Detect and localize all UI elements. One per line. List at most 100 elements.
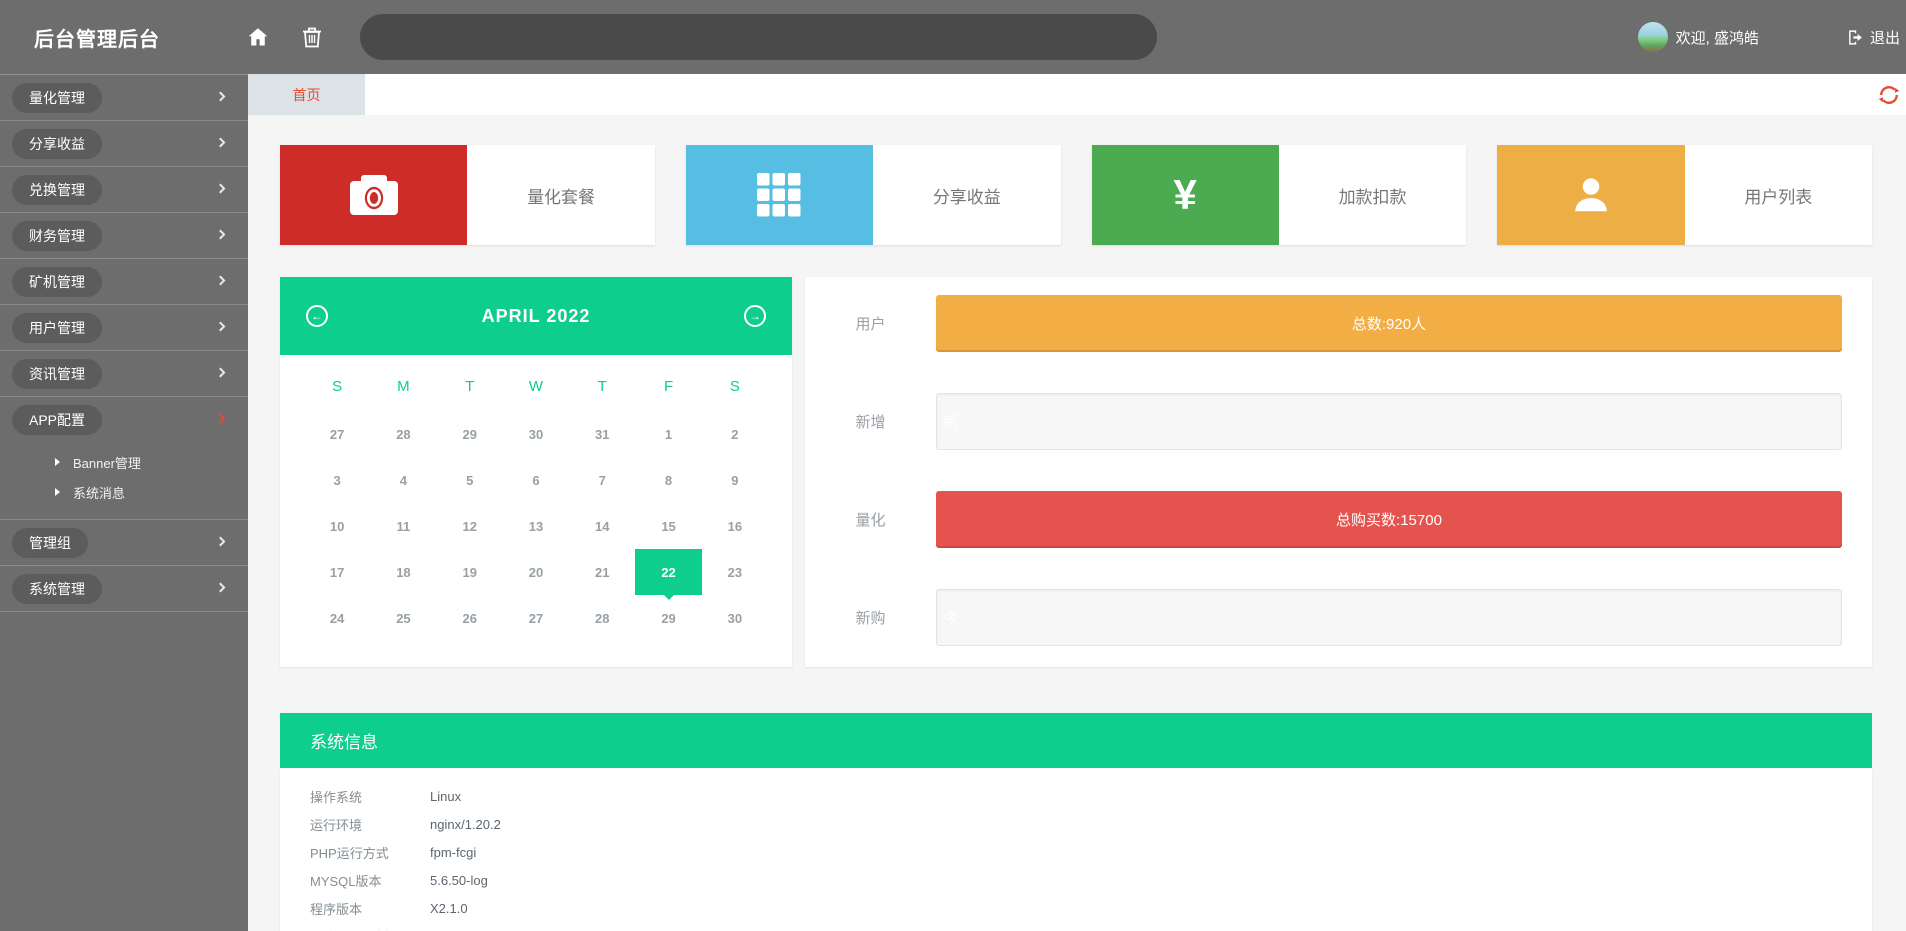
calendar-next-button[interactable]: → (744, 305, 766, 327)
calendar-day[interactable]: 17 (304, 549, 370, 595)
sidebar-item-资讯管理[interactable]: 资讯管理 (0, 351, 248, 397)
calendar-prev-button[interactable]: ← (306, 305, 328, 327)
sidebar-item-label: 资讯管理 (12, 359, 102, 389)
card-加款扣款[interactable]: ¥加款扣款 (1092, 145, 1467, 245)
system-info-label: PHP运行方式 (310, 843, 430, 862)
calendar-day[interactable]: 29 (437, 411, 503, 457)
calendar-day[interactable]: 12 (437, 503, 503, 549)
calendar-day[interactable]: 5 (437, 457, 503, 503)
sidebar-item-label: 兑换管理 (12, 175, 102, 205)
calendar-day[interactable]: 14 (569, 503, 635, 549)
grid-icon (686, 145, 873, 245)
tab-bar: 首页 (248, 74, 1906, 115)
sidebar-item-label: 系统管理 (12, 574, 102, 604)
calendar-day[interactable]: 21 (569, 549, 635, 595)
calendar-day[interactable]: 4 (370, 457, 436, 503)
calendar-day[interactable]: 15 (635, 503, 701, 549)
calendar-day[interactable]: 31 (569, 411, 635, 457)
system-info-value: X2.1.0 (430, 901, 468, 916)
page-content: 量化套餐分享收益¥加款扣款 用户列表 ← APRIL 2022 → SMTWTF… (248, 115, 1906, 931)
logout-icon (1847, 29, 1864, 46)
card-分享收益[interactable]: 分享收益 (686, 145, 1061, 245)
card-用户列表[interactable]: 用户列表 (1497, 145, 1872, 245)
calendar-week-row: 10111213141516 (304, 503, 768, 549)
triangle-right-icon (55, 488, 60, 496)
home-icon[interactable] (246, 25, 270, 49)
progress-bar: 总购买数:15700 (936, 491, 1842, 548)
calendar-day[interactable]: 29 (635, 595, 701, 641)
card-label: 加款扣款 (1279, 145, 1466, 245)
stat-label: 新增 (805, 411, 936, 432)
sidebar-item-管理组[interactable]: 管理组 (0, 520, 248, 566)
sidebar-item-用户管理[interactable]: 用户管理 (0, 305, 248, 351)
calendar-day[interactable]: 28 (370, 411, 436, 457)
calendar-day[interactable]: 9 (702, 457, 768, 503)
calendar-day[interactable]: 7 (569, 457, 635, 503)
calendar-day[interactable]: 10 (304, 503, 370, 549)
stat-row-量化: 量化总购买数:15700 (805, 491, 1842, 548)
calendar-day-selected[interactable]: 22 (635, 549, 701, 595)
calendar-day[interactable]: 27 (304, 411, 370, 457)
calendar-day[interactable]: 16 (702, 503, 768, 549)
system-info-table: 操作系统Linux运行环境nginx/1.20.2PHP运行方式fpm-fcgi… (280, 768, 1872, 931)
calendar-day[interactable]: 23 (702, 549, 768, 595)
navbar-user-area: 欢迎, 盛鸿皓 退出 (1638, 22, 1900, 52)
sidebar-subitem-系统消息[interactable]: 系统消息 (0, 477, 248, 507)
calendar-day[interactable]: 3 (304, 457, 370, 503)
sidebar-item-分享收益[interactable]: 分享收益 (0, 121, 248, 167)
chevron-right-icon (216, 275, 226, 285)
sidebar-item-量化管理[interactable]: 量化管理 (0, 75, 248, 121)
calendar-day[interactable]: 25 (370, 595, 436, 641)
system-info-value: nginx/1.20.2 (430, 817, 501, 832)
sidebar: 量化管理分享收益兑换管理财务管理矿机管理用户管理资讯管理APP配置Banner管… (0, 74, 248, 931)
calendar-day[interactable]: 18 (370, 549, 436, 595)
calendar-day-header: S (304, 361, 370, 411)
main-area: 首页 量化套餐分享收益 ¥加款扣款 用户列表 ← APRIL 2022 (248, 74, 1906, 931)
calendar-day[interactable]: 24 (304, 595, 370, 641)
calendar-day[interactable]: 30 (702, 595, 768, 641)
progress-bar: 总数:920人 (936, 295, 1842, 352)
tab-home[interactable]: 首页 (248, 74, 365, 115)
sidebar-subitem-label: 系统消息 (73, 483, 125, 502)
calendar-widget: ← APRIL 2022 → SMTWTFS272829303112345678… (280, 277, 792, 667)
sidebar-item-label: 矿机管理 (12, 267, 102, 297)
calendar-day[interactable]: 26 (437, 595, 503, 641)
stat-row-新增: 新增新 (805, 393, 1842, 450)
calendar-day-header: F (635, 361, 701, 411)
trash-icon[interactable] (300, 25, 324, 49)
calendar-day[interactable]: 6 (503, 457, 569, 503)
calendar-day[interactable]: 2 (702, 411, 768, 457)
sidebar-item-label: 量化管理 (12, 83, 102, 113)
welcome-text: 欢迎, 盛鸿皓 (1676, 27, 1759, 48)
calendar-day[interactable]: 28 (569, 595, 635, 641)
system-info-row: 运行环境nginx/1.20.2 (310, 810, 1872, 838)
avatar[interactable] (1638, 22, 1668, 52)
card-量化套餐[interactable]: 量化套餐 (280, 145, 655, 245)
sidebar-item-兑换管理[interactable]: 兑换管理 (0, 167, 248, 213)
calendar-day[interactable]: 20 (503, 549, 569, 595)
calendar-day[interactable]: 30 (503, 411, 569, 457)
calendar-day[interactable]: 13 (503, 503, 569, 549)
progress-bar-empty: 新 (936, 393, 1842, 450)
calendar-day[interactable]: 8 (635, 457, 701, 503)
stat-label: 新购 (805, 607, 936, 628)
sidebar-submenu: Banner管理系统消息 (0, 443, 248, 520)
calendar-month-title: APRIL 2022 (482, 306, 591, 327)
calendar-day[interactable]: 19 (437, 549, 503, 595)
sidebar-item-财务管理[interactable]: 财务管理 (0, 213, 248, 259)
system-info-row: 操作系统Linux (310, 782, 1872, 810)
refresh-icon[interactable] (1878, 84, 1900, 106)
sidebar-item-系统管理[interactable]: 系统管理 (0, 566, 248, 612)
calendar-day[interactable]: 27 (503, 595, 569, 641)
chevron-right-icon (216, 536, 226, 546)
sidebar-item-APP配置[interactable]: APP配置 (0, 397, 248, 443)
logout-label: 退出 (1870, 27, 1900, 48)
calendar-day[interactable]: 1 (635, 411, 701, 457)
calendar-day[interactable]: 11 (370, 503, 436, 549)
sidebar-subitem-Banner管理[interactable]: Banner管理 (0, 447, 248, 477)
sidebar-item-矿机管理[interactable]: 矿机管理 (0, 259, 248, 305)
search-bar[interactable] (360, 14, 1157, 60)
system-info-label: MYSQL版本 (310, 871, 430, 890)
chevron-right-icon (216, 91, 226, 101)
logout-button[interactable]: 退出 (1847, 27, 1900, 48)
